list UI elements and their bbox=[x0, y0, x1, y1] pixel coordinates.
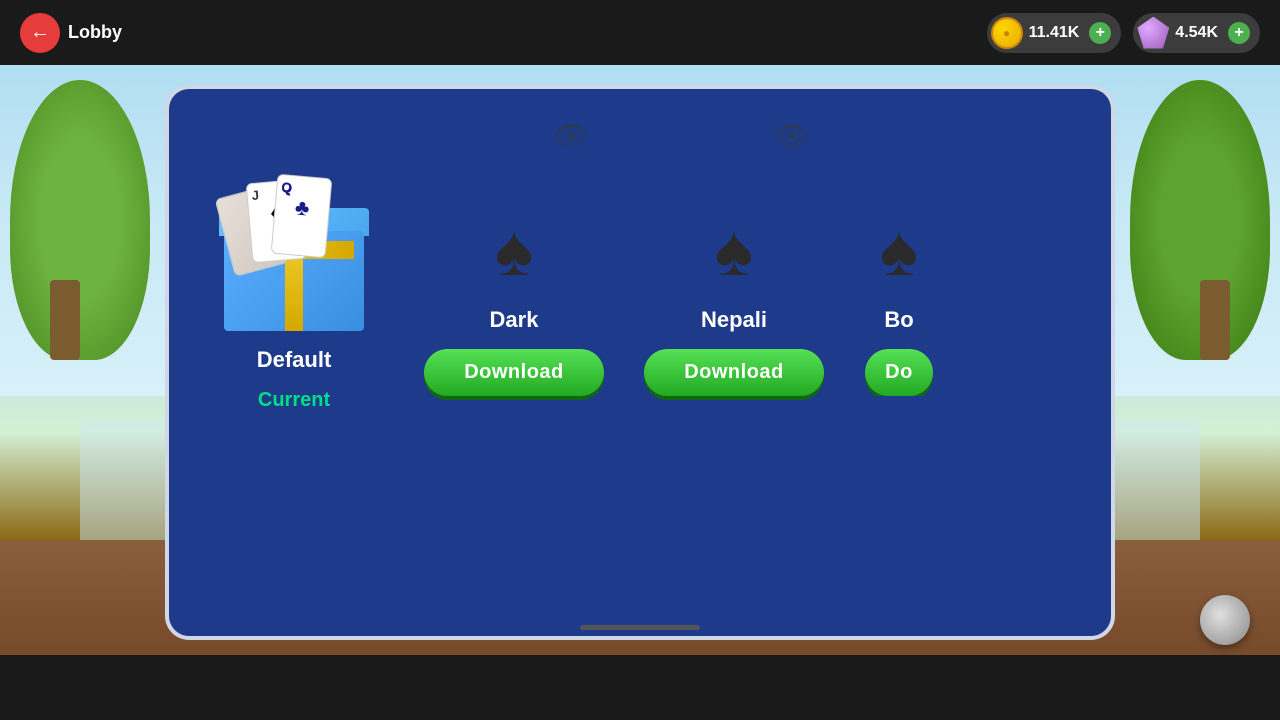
theme-item-default: J ♦ Q ♣ Default Current bbox=[199, 109, 389, 412]
gem-icon bbox=[1137, 17, 1169, 49]
themes-grid: J ♦ Q ♣ Default Current bbox=[199, 109, 1081, 606]
nepali-theme-spade: ♠ bbox=[694, 211, 774, 291]
gems-value: 4.54K bbox=[1175, 24, 1218, 42]
default-theme-image: J ♦ Q ♣ bbox=[214, 171, 374, 331]
current-status-label: Current bbox=[258, 389, 330, 412]
scroll-indicator bbox=[580, 625, 700, 630]
bo-theme-spade: ♠ bbox=[859, 211, 939, 291]
add-gems-button[interactable]: + bbox=[1228, 22, 1250, 44]
theme-item-dark: 👁 ♠ Dark Download bbox=[419, 109, 609, 396]
theme-item-bo: ♠ Bo Do bbox=[859, 109, 939, 396]
bottom-bar bbox=[0, 655, 1280, 720]
joystick-button[interactable] bbox=[1200, 595, 1250, 645]
back-arrow-icon: ← bbox=[20, 13, 60, 53]
nepali-download-button[interactable]: Download bbox=[644, 349, 824, 396]
add-coins-button[interactable]: + bbox=[1089, 22, 1111, 44]
bo-download-button[interactable]: Do bbox=[865, 349, 933, 396]
tree-right bbox=[1120, 80, 1280, 400]
eye-row-dark: 👁 bbox=[419, 119, 609, 155]
bo-theme-name: Bo bbox=[884, 307, 913, 333]
preview-eye-icon-dark[interactable]: 👁 bbox=[553, 119, 589, 155]
tree-left bbox=[0, 80, 160, 400]
dark-theme-name: Dark bbox=[490, 307, 539, 333]
back-label: Lobby bbox=[68, 22, 122, 43]
page-title: THEMES bbox=[576, 17, 705, 49]
nepali-theme-name: Nepali bbox=[701, 307, 767, 333]
card-3: Q ♣ bbox=[271, 174, 333, 258]
dark-download-button[interactable]: Download bbox=[424, 349, 604, 396]
default-theme-name: Default bbox=[257, 347, 332, 373]
theme-item-nepali: 👁 ♠ Nepali Download bbox=[639, 109, 829, 396]
dark-theme-spade: ♠ bbox=[474, 211, 554, 291]
eye-row-nepali: 👁 bbox=[639, 119, 829, 155]
currency-group: ● 11.41K + 4.54K + bbox=[987, 13, 1260, 53]
header: ← Lobby THEMES ● 11.41K + 4.54K + bbox=[0, 0, 1280, 65]
gems-badge: 4.54K + bbox=[1133, 13, 1260, 53]
coin-icon: ● bbox=[991, 17, 1023, 49]
coins-badge: ● 11.41K + bbox=[987, 13, 1122, 53]
back-button[interactable]: ← Lobby bbox=[20, 13, 122, 53]
eye-row-bo bbox=[859, 119, 939, 155]
preview-eye-icon-nepali[interactable]: 👁 bbox=[773, 119, 809, 155]
themes-panel: J ♦ Q ♣ Default Current bbox=[165, 85, 1115, 640]
coins-value: 11.41K bbox=[1029, 24, 1080, 42]
eye-row-default bbox=[199, 119, 389, 155]
